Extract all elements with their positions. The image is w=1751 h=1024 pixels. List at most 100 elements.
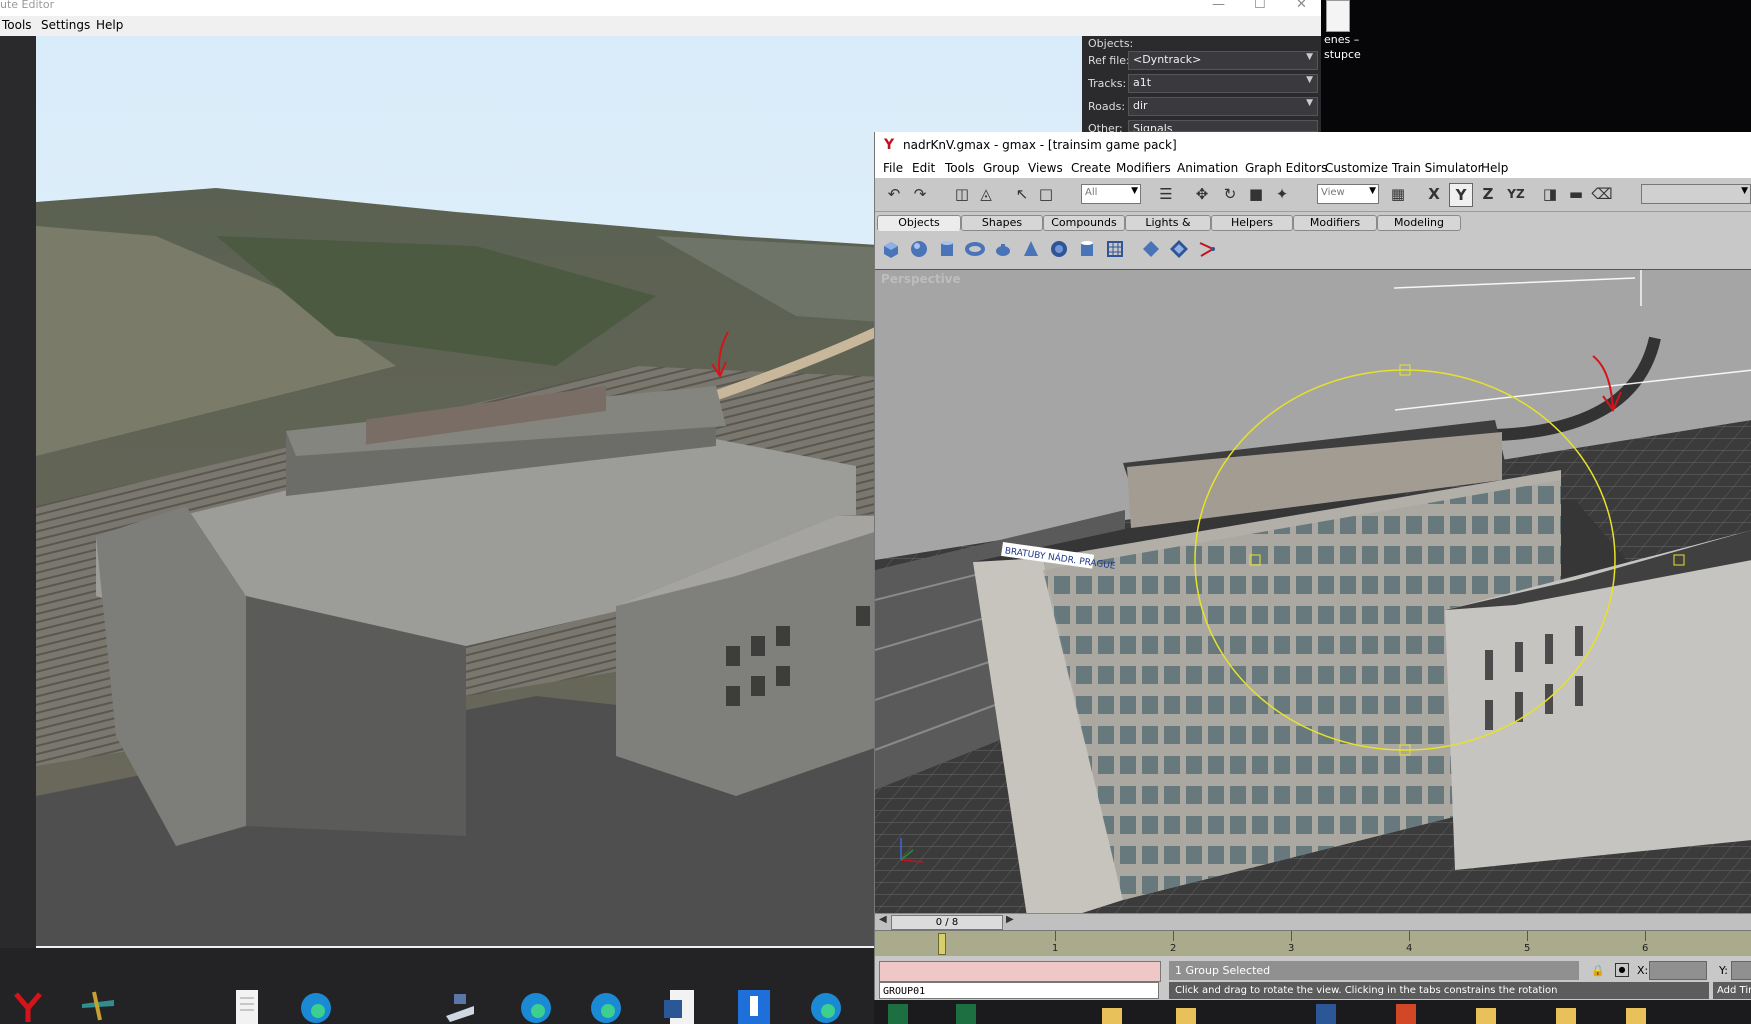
excel-icon[interactable] [954,1002,978,1024]
minimize-icon[interactable]: — [1212,0,1225,12]
edge-browser-icon[interactable] [296,986,336,1024]
close-icon[interactable]: ✕ [1296,0,1307,12]
maxscript-listener[interactable] [879,961,1161,982]
edge-browser-icon[interactable] [806,986,846,1024]
rotate-icon[interactable]: ↻ [1219,183,1241,205]
reference-coord-dropdown[interactable]: View ▼ [1317,184,1379,204]
tube-primitive-icon[interactable] [1077,239,1097,259]
tab-modeling[interactable]: Modeling [1377,215,1461,231]
folder-icon[interactable] [1100,1002,1124,1024]
eraser-icon[interactable]: ⌫ [1591,183,1613,205]
tab-shapes[interactable]: Shapes [961,215,1043,231]
menu-group[interactable]: Group [983,161,1020,175]
menu-file[interactable]: File [883,161,903,175]
excel-icon[interactable] [886,1002,910,1024]
maximize-icon[interactable]: ☐ [1254,0,1266,12]
lock-icon[interactable]: 🔒 [1591,964,1605,977]
torus-primitive-icon[interactable] [965,239,985,259]
scanner-app-icon[interactable] [440,986,480,1024]
menu-help[interactable]: Help [1481,161,1508,175]
time-next-icon[interactable]: ▶ [1006,914,1014,925]
scale-icon[interactable]: ■ [1245,183,1267,205]
x-coord-field[interactable] [1649,961,1707,980]
edge-browser-icon[interactable] [586,986,626,1024]
menu-train-simulator[interactable]: Train Simulator [1392,161,1483,175]
use-center-icon[interactable]: ▦ [1387,183,1409,205]
axis-z-button[interactable]: Z [1477,183,1499,205]
menu-graph-editors[interactable]: Graph Editors [1245,161,1327,175]
menu-help[interactable]: Help [96,18,123,32]
time-slider-thumb[interactable]: 0 / 8 [891,915,1003,930]
y-coord-field[interactable] [1731,961,1751,980]
cylinder-primitive-icon[interactable] [937,239,957,259]
add-time-tag-button[interactable]: Add Time Tag [1713,982,1751,999]
other-dropdown[interactable]: Signals [1128,120,1318,132]
roads-dropdown[interactable]: dir ▼ [1128,97,1318,116]
edge-browser-icon[interactable] [516,986,556,1024]
menu-modifiers[interactable]: Modifiers [1116,161,1171,175]
teapot-primitive-icon[interactable] [993,239,1013,259]
folder-icon[interactable] [1624,1002,1648,1024]
bones-icon[interactable] [1197,239,1217,259]
menu-views[interactable]: Views [1028,161,1063,175]
tab-helpers[interactable]: Helpers [1211,215,1293,231]
powerpoint-icon[interactable] [1394,1002,1418,1024]
star-primitive-icon[interactable] [1169,239,1189,259]
menu-tools[interactable]: Tools [2,18,32,32]
pivot-icon[interactable]: ✦ [1271,183,1293,205]
move-icon[interactable]: ✥ [1191,183,1213,205]
folder-icon[interactable] [1554,1002,1578,1024]
axis-yz-button[interactable]: YZ [1505,183,1527,205]
absolute-mode-icon[interactable]: ● [1615,963,1629,977]
track-bar-cursor[interactable] [938,933,946,955]
gmax-taskbar-icon[interactable] [8,986,48,1024]
time-prev-icon[interactable]: ◀ [879,914,887,925]
region-select-icon[interactable]: □ [1035,183,1057,205]
track-bar[interactable]: 1 2 3 4 5 6 [875,930,1751,957]
time-slider[interactable]: ◀ 0 / 8 ▶ [875,913,1751,930]
tab-objects[interactable]: Objects [877,215,961,231]
geosphere-primitive-icon[interactable] [1049,239,1069,259]
viewport-label[interactable]: Perspective [881,272,961,286]
undo-icon[interactable]: ↶ [883,183,905,205]
ref-file-dropdown[interactable]: <Dyntrack> ▼ [1128,51,1318,70]
word-document-icon[interactable] [1314,1002,1338,1024]
menu-edit[interactable]: Edit [912,161,935,175]
named-selection-dropdown[interactable]: ▼ [1641,184,1751,204]
menu-tools[interactable]: Tools [945,161,975,175]
mirror-icon[interactable]: ◨ [1539,183,1561,205]
tab-compounds[interactable]: Compounds [1043,215,1125,231]
track-tick [1645,931,1646,941]
redo-icon[interactable]: ↷ [909,183,931,205]
object-name-field[interactable]: GROUP01 [879,982,1159,999]
unlink-icon[interactable]: ◬ [975,183,997,205]
link-icon[interactable]: ◫ [951,183,973,205]
align-icon[interactable]: ▬ [1565,183,1587,205]
cone-primitive-icon[interactable] [1021,239,1041,259]
select-by-name-icon[interactable]: ☰ [1155,183,1177,205]
tracks-dropdown[interactable]: a1t ▼ [1128,74,1318,93]
selection-filter-dropdown[interactable]: All ▼ [1081,184,1141,204]
airplane-app-icon[interactable] [78,986,118,1024]
menu-create[interactable]: Create [1071,161,1111,175]
folder-icon[interactable] [1474,1002,1498,1024]
teams-app-icon[interactable] [734,986,774,1024]
track-tick [1055,931,1056,941]
perspective-viewport[interactable]: BRATUBY NÁDR. PRAGUE Perspective [875,269,1751,946]
tab-modifiers[interactable]: Modifiers [1293,215,1377,231]
axis-y-button[interactable]: Y [1449,183,1473,207]
menu-animation[interactable]: Animation [1177,161,1238,175]
axis-x-button[interactable]: X [1423,183,1445,205]
tab-lights-cameras[interactable]: Lights & Cameras [1125,215,1211,243]
document-icon[interactable] [226,986,266,1024]
folder-icon[interactable] [1174,1002,1198,1024]
select-arrow-icon[interactable]: ↖ [1011,183,1033,205]
hedra-primitive-icon[interactable] [1141,239,1161,259]
box-primitive-icon[interactable] [881,239,901,259]
word-document-icon[interactable] [660,986,700,1024]
menu-settings[interactable]: Settings [41,18,90,32]
plane-primitive-icon[interactable] [1105,239,1125,259]
sphere-primitive-icon[interactable] [909,239,929,259]
desktop-file-icon[interactable] [1326,0,1350,32]
menu-customize[interactable]: Customize [1325,161,1388,175]
